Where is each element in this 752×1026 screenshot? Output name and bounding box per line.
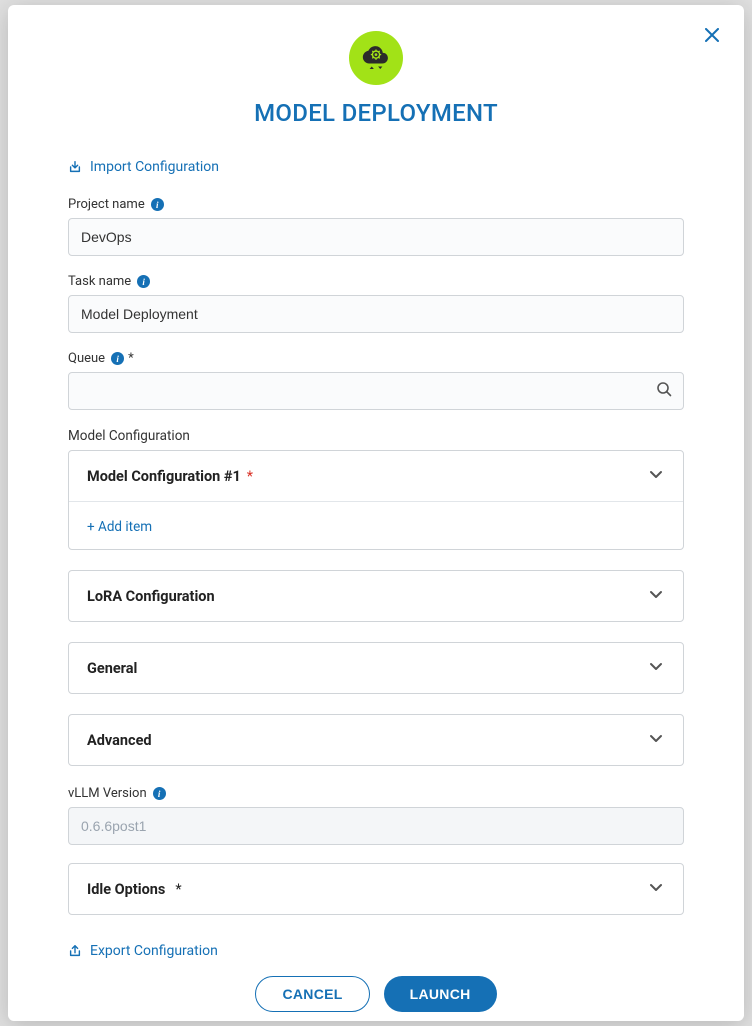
task-name-label: Task name	[68, 274, 131, 289]
export-icon	[68, 944, 82, 958]
modal-body: Import Configuration Project name i Task…	[8, 127, 744, 1021]
import-icon	[68, 160, 82, 174]
lora-configuration-panel: LoRA Configuration	[68, 570, 684, 622]
model-config-item-header[interactable]: Model Configuration #1 *	[69, 451, 683, 501]
idle-options-header[interactable]: Idle Options *	[69, 864, 683, 914]
launch-button[interactable]: LAUNCH	[384, 976, 497, 1012]
idle-options-panel: Idle Options *	[68, 863, 684, 915]
modal-title: MODEL DEPLOYMENT	[254, 99, 498, 127]
import-configuration-link[interactable]: Import Configuration	[68, 159, 219, 175]
lora-configuration-header[interactable]: LoRA Configuration	[69, 571, 683, 621]
cancel-button[interactable]: CANCEL	[255, 976, 369, 1012]
export-configuration-link[interactable]: Export Configuration	[68, 943, 218, 959]
vllm-version-label: vLLM Version	[68, 786, 147, 801]
required-star: *	[247, 468, 253, 485]
chevron-down-icon	[647, 585, 665, 607]
task-name-field: Task name i	[68, 274, 684, 333]
field-label: Project name i	[68, 197, 684, 212]
queue-required: *	[128, 351, 134, 366]
general-title: General	[87, 660, 137, 677]
model-config-item-title: Model Configuration #1	[87, 468, 241, 485]
chevron-down-icon	[647, 878, 665, 900]
queue-input[interactable]	[68, 372, 684, 410]
lora-configuration-title: LoRA Configuration	[87, 588, 215, 605]
vllm-version-input	[68, 807, 684, 845]
advanced-title: Advanced	[87, 732, 152, 749]
modal-footer: CANCEL LAUNCH	[68, 962, 684, 1021]
import-link-label: Import Configuration	[90, 159, 219, 175]
queue-label: Queue	[68, 351, 105, 366]
advanced-header[interactable]: Advanced	[69, 715, 683, 765]
add-item-label: + Add item	[87, 519, 152, 535]
chevron-down-icon	[647, 465, 665, 487]
close-icon	[705, 28, 719, 42]
vllm-version-field: vLLM Version i	[68, 786, 684, 845]
chevron-down-icon	[647, 729, 665, 751]
general-panel: General	[68, 642, 684, 694]
close-button[interactable]	[700, 23, 724, 47]
info-icon[interactable]: i	[151, 198, 164, 211]
model-configuration-panel: Model Configuration #1 * + Add item	[68, 450, 684, 550]
modal-header: MODEL DEPLOYMENT	[8, 5, 744, 127]
launch-button-label: LAUNCH	[410, 986, 471, 1002]
model-deployment-modal: MODEL DEPLOYMENT Import Configuration Pr…	[8, 5, 744, 1021]
task-name-input[interactable]	[68, 295, 684, 333]
project-name-input[interactable]	[68, 218, 684, 256]
advanced-panel: Advanced	[68, 714, 684, 766]
idle-options-title: Idle Options	[87, 881, 165, 898]
queue-field: Queue i *	[68, 351, 684, 410]
info-icon[interactable]: i	[153, 787, 166, 800]
project-name-field: Project name i	[68, 197, 684, 256]
info-icon[interactable]: i	[111, 352, 124, 365]
field-label: Task name i	[68, 274, 684, 289]
model-configuration-label: Model Configuration	[68, 428, 684, 444]
required-star: *	[175, 881, 181, 898]
project-name-label: Project name	[68, 197, 145, 212]
cancel-button-label: CANCEL	[282, 986, 342, 1002]
general-header[interactable]: General	[69, 643, 683, 693]
field-label: Queue i *	[68, 351, 684, 366]
info-icon[interactable]: i	[137, 275, 150, 288]
export-link-label: Export Configuration	[90, 943, 218, 959]
add-item-button[interactable]: + Add item	[87, 519, 152, 535]
model-config-add-row: + Add item	[69, 501, 683, 549]
cloud-deploy-icon	[349, 31, 403, 85]
chevron-down-icon	[647, 657, 665, 679]
field-label: vLLM Version i	[68, 786, 684, 801]
